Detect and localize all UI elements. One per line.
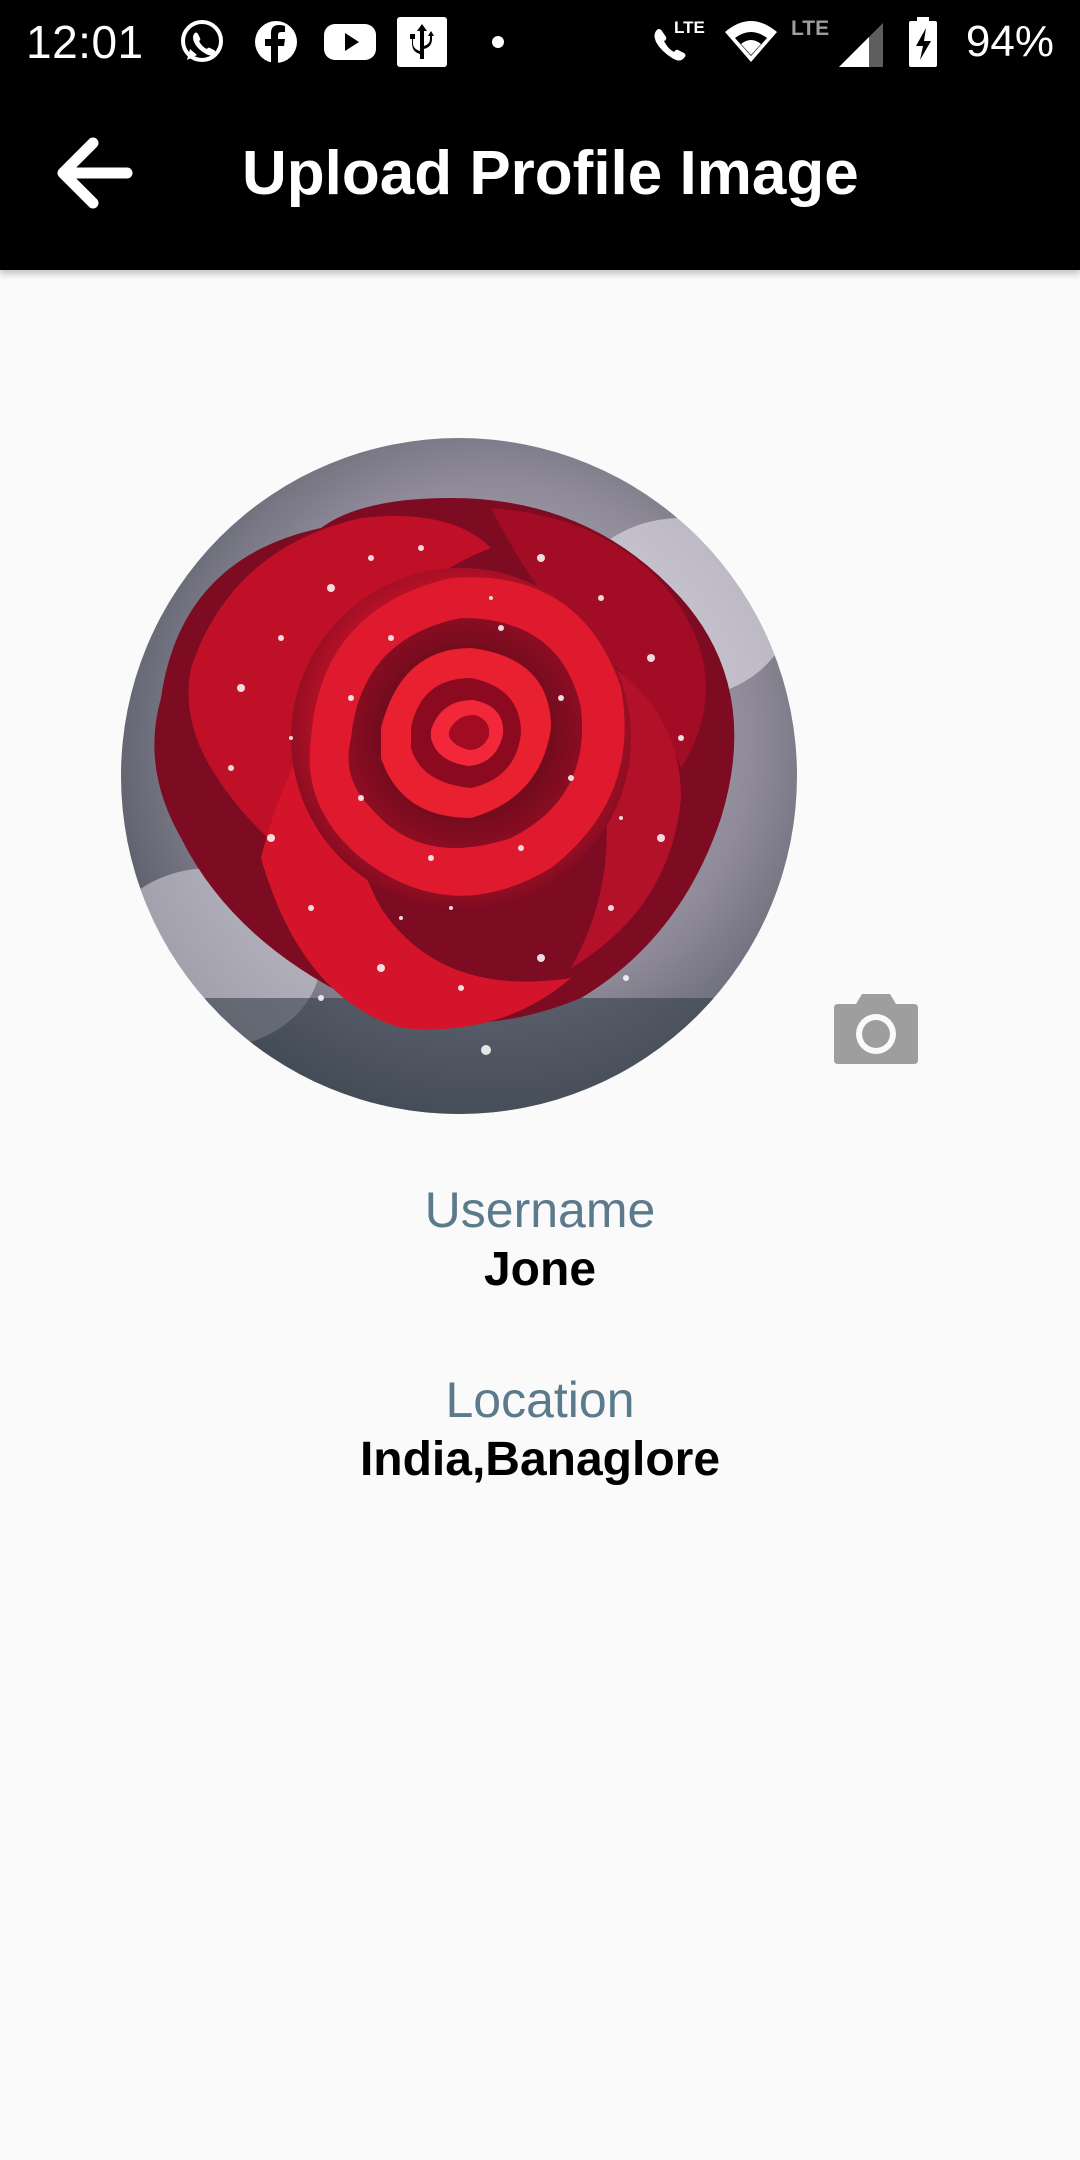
status-bar: 12:01 LTE LTE 94% — [0, 0, 1080, 84]
app-bar: Upload Profile Image — [0, 84, 1080, 270]
lte-call-icon: LTE — [648, 14, 710, 70]
youtube-icon — [322, 14, 378, 70]
signal-icon: LTE — [788, 14, 886, 70]
change-photo-button[interactable] — [830, 988, 922, 1072]
whatsapp-icon — [174, 14, 230, 70]
facebook-icon — [250, 14, 302, 70]
screen: 12:01 LTE LTE 94% Upload Profile Image U… — [0, 0, 1080, 2160]
call-network-label: LTE — [674, 18, 705, 37]
battery-percent: 94% — [965, 17, 1054, 66]
usb-icon — [394, 14, 450, 70]
dot-icon — [488, 14, 508, 70]
page-title: Upload Profile Image — [242, 139, 859, 208]
username-label: Username — [424, 1182, 656, 1238]
back-button[interactable] — [40, 130, 150, 216]
status-time: 12:01 — [26, 16, 144, 68]
rose-image — [121, 438, 797, 1114]
battery-charging-icon — [906, 14, 940, 70]
location-value: India,Banaglore — [359, 1433, 721, 1486]
username-value: Jone — [483, 1243, 597, 1296]
profile-avatar[interactable] — [121, 438, 797, 1114]
wifi-icon — [722, 14, 780, 70]
camera-icon — [834, 994, 918, 1064]
location-label: Location — [445, 1372, 635, 1428]
arrow-back-icon — [57, 137, 133, 209]
network-label: LTE — [791, 17, 829, 40]
